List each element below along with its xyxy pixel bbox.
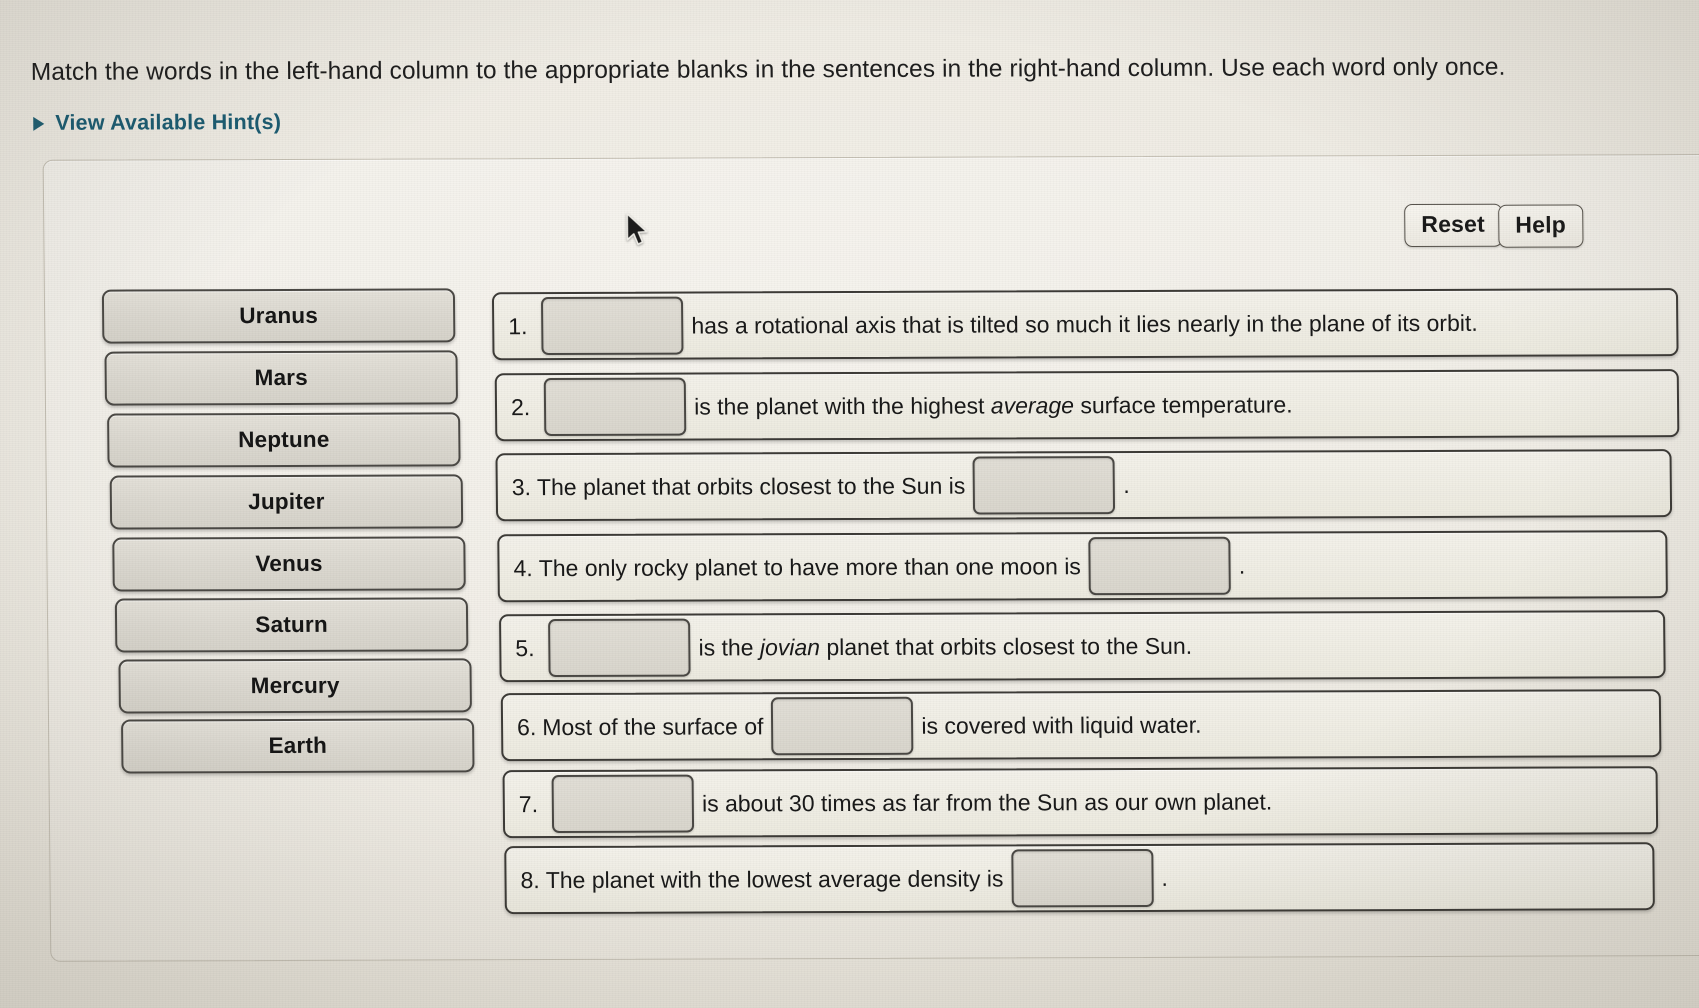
word-tile-label: Venus: [255, 550, 323, 577]
sentence-row: 3. The planet that orbits closest to the…: [495, 449, 1673, 522]
sentence-row: 6. Most of the surface of is covered wit…: [500, 689, 1662, 762]
word-tile-venus[interactable]: Venus: [112, 536, 466, 592]
triangle-right-icon: [33, 116, 45, 131]
sentence-row: 1. has a rotational axis that is tilted …: [491, 288, 1679, 361]
screenshot-root: Match the words in the left-hand column …: [0, 0, 1699, 1008]
sentence-number: 6.: [516, 713, 537, 740]
sentence-text: The planet with the lowest average densi…: [545, 864, 1004, 893]
word-tile-saturn[interactable]: Saturn: [114, 597, 469, 653]
sentence-text-after: .: [1123, 471, 1130, 498]
sentence-text: is the planet with the highest average s…: [694, 391, 1293, 420]
view-hints-label: View Available Hint(s): [55, 109, 282, 135]
sentence-text-pre: is the: [698, 633, 761, 661]
answer-drop-target-5[interactable]: [548, 618, 691, 678]
sentence-text: Most of the surface of: [542, 712, 764, 740]
sentence-row: 5. is the jovian planet that orbits clos…: [499, 610, 1666, 683]
answer-drop-target-6[interactable]: [771, 696, 914, 756]
answer-drop-target-3[interactable]: [973, 456, 1116, 515]
exercise-prompt: Match the words in the left-hand column …: [30, 53, 1506, 86]
word-tile-label: Saturn: [255, 611, 328, 638]
sentence-text-italic: average: [990, 391, 1075, 419]
sentence-text: The only rocky planet to have more than …: [538, 552, 1081, 581]
reset-button[interactable]: Reset: [1404, 203, 1503, 248]
help-button[interactable]: Help: [1498, 204, 1584, 248]
word-tile-label: Mars: [254, 364, 309, 391]
sentence-number: 1.: [508, 312, 528, 339]
word-tile-label: Earth: [268, 732, 328, 759]
sentence-text-after: .: [1161, 864, 1168, 891]
word-tile-label: Neptune: [237, 426, 330, 453]
sentence-text: The planet that orbits closest to the Su…: [536, 472, 966, 500]
sentence-text-after: .: [1238, 552, 1246, 579]
word-tile-label: Mercury: [250, 672, 340, 699]
answer-drop-target-1[interactable]: [541, 296, 684, 356]
sentence-text-after: is covered with liquid water.: [921, 711, 1202, 739]
word-tile-uranus[interactable]: Uranus: [101, 288, 456, 344]
answer-drop-target-2[interactable]: [543, 377, 687, 437]
answer-drop-target-8[interactable]: [1011, 848, 1154, 908]
word-tile-label: Uranus: [239, 302, 319, 329]
word-tile-label: Jupiter: [248, 488, 325, 515]
sentence-number: 4.: [513, 554, 533, 581]
sentence-text-italic: jovian: [759, 633, 821, 660]
sentence-text: is the jovian planet that orbits closest…: [698, 632, 1192, 661]
sentence-text-pre: is the planet with the highest: [694, 392, 991, 420]
sentence-row: 2. is the planet with the highest averag…: [494, 369, 1680, 442]
sentence-row: 8. The planet with the lowest average de…: [504, 842, 1655, 915]
sentence-number: 5.: [515, 634, 535, 661]
sentence-number: 3.: [511, 473, 532, 500]
sentence-row: 7. is about 30 times as far from the Sun…: [502, 766, 1659, 839]
sentence-number: 8.: [520, 866, 540, 893]
sentence-row: 4. The only rocky planet to have more th…: [497, 530, 1668, 603]
word-tile-earth[interactable]: Earth: [121, 718, 475, 774]
sentence-text-post: planet that orbits closest to the Sun.: [819, 632, 1193, 660]
sentence-text-post: surface temperature.: [1073, 390, 1293, 418]
word-tile-jupiter[interactable]: Jupiter: [109, 474, 464, 530]
sentence-number: 7.: [518, 790, 539, 817]
word-tile-neptune[interactable]: Neptune: [107, 412, 461, 468]
word-tile-mars[interactable]: Mars: [104, 350, 458, 406]
sentence-number: 2.: [510, 393, 531, 420]
answer-drop-target-4[interactable]: [1088, 536, 1232, 596]
answer-drop-target-7[interactable]: [551, 774, 695, 834]
view-hints-toggle[interactable]: View Available Hint(s): [33, 110, 281, 136]
sentence-text: has a rotational axis that is tilted so …: [691, 309, 1478, 339]
sentence-text: is about 30 times as far from the Sun as…: [701, 788, 1273, 817]
word-tile-mercury[interactable]: Mercury: [118, 658, 472, 714]
